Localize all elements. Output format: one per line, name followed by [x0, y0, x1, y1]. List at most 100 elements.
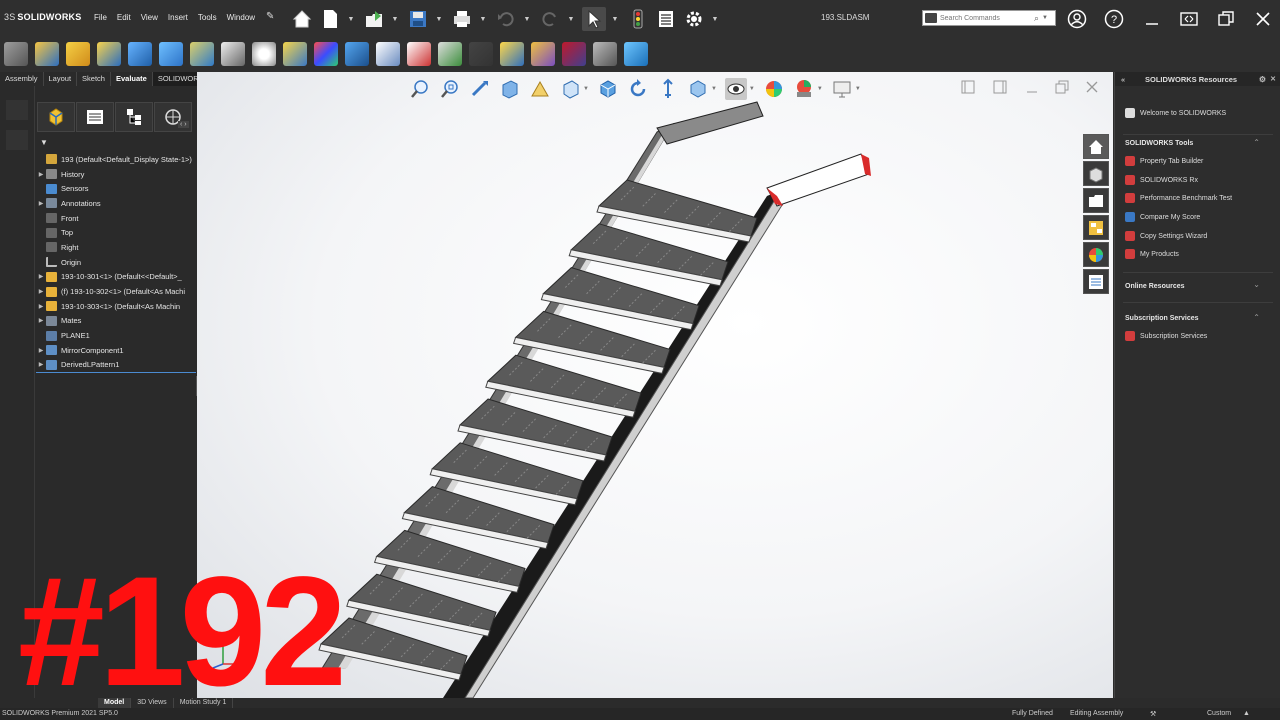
- tree-node-origin[interactable]: Origin: [36, 255, 196, 270]
- view-eye-dropdown-icon[interactable]: ▼: [749, 86, 755, 92]
- restore-panels-icon[interactable]: [1178, 8, 1200, 30]
- undo-dropdown-icon[interactable]: ▼: [522, 7, 532, 31]
- reference-geometry-icon[interactable]: [221, 42, 245, 66]
- new-dropdown-icon[interactable]: ▼: [346, 7, 356, 31]
- feature-tree-tab-icon[interactable]: [37, 102, 75, 132]
- expand-arrow-icon[interactable]: ▶: [36, 273, 46, 280]
- section-view-hu-icon[interactable]: [499, 78, 521, 100]
- bill-of-materials-icon[interactable]: [283, 42, 307, 66]
- print-dropdown-icon[interactable]: ▼: [478, 7, 488, 31]
- tree-node-component-302[interactable]: ▶ (f) 193-10-302<1> (Default<As Machi: [36, 284, 196, 299]
- viewport-minimize-icon[interactable]: [1025, 80, 1039, 97]
- close-icon[interactable]: [1252, 8, 1274, 30]
- expand-arrow-icon[interactable]: ▶: [36, 303, 46, 310]
- home-icon[interactable]: [290, 7, 314, 31]
- tools-section-header[interactable]: SOLIDWORKS Tools: [1125, 140, 1193, 147]
- task-pane-gear-icon[interactable]: ⚙: [1259, 75, 1266, 84]
- rotate-view-icon[interactable]: [627, 78, 649, 100]
- menu-edit[interactable]: Edit: [117, 13, 131, 22]
- unit-system-selector[interactable]: Custom: [1207, 710, 1231, 717]
- apply-scene-dropdown-icon[interactable]: ▼: [817, 86, 823, 92]
- search-input[interactable]: [940, 14, 1034, 22]
- subscription-section-header[interactable]: Subscription Services: [1125, 315, 1199, 322]
- tree-node-mirror-component[interactable]: ▶ MirrorComponent1: [36, 343, 196, 358]
- view-eye-icon[interactable]: [724, 78, 747, 100]
- app-logo[interactable]: 3S SOLIDWORKS: [4, 12, 81, 22]
- tab-assembly[interactable]: Assembly: [0, 72, 44, 86]
- select-dropdown-icon[interactable]: ▼: [610, 7, 620, 31]
- rollback-bar[interactable]: [36, 372, 196, 373]
- options-gear-icon[interactable]: [682, 7, 706, 31]
- zoom-to-area-icon[interactable]: [439, 78, 461, 100]
- view-orientation-icon[interactable]: [559, 78, 581, 100]
- tab-evaluate[interactable]: Evaluate: [111, 72, 153, 86]
- menu-window[interactable]: Window: [227, 13, 255, 22]
- expand-arrow-icon[interactable]: ▶: [36, 288, 46, 295]
- property-manager-tab-icon[interactable]: [76, 102, 114, 132]
- show-hidden-components-icon[interactable]: [159, 42, 183, 66]
- tree-node-component-301[interactable]: ▶ 193-10-301<1> (Default<<Default>_: [36, 270, 196, 285]
- design-library-tab-icon[interactable]: [1083, 161, 1109, 186]
- expand-chevron-icon[interactable]: ⌄: [1253, 280, 1260, 289]
- view-settings-dropdown-icon[interactable]: ▼: [855, 86, 861, 92]
- open-document-icon[interactable]: [362, 7, 386, 31]
- minimize-icon[interactable]: [1141, 8, 1163, 30]
- mate-icon[interactable]: [35, 42, 59, 66]
- tree-node-annotations[interactable]: ▶ Annotations: [36, 196, 196, 211]
- take-snapshot-icon[interactable]: [407, 42, 431, 66]
- new-document-icon[interactable]: [318, 7, 342, 31]
- pin-icon[interactable]: ✎: [266, 11, 274, 22]
- panel-scroll-arrows-icon[interactable]: ‹ ›: [178, 121, 189, 128]
- viewport-close-icon[interactable]: [1085, 80, 1099, 97]
- side-tool-icon[interactable]: [6, 130, 28, 150]
- save-icon[interactable]: [406, 7, 430, 31]
- expand-arrow-icon[interactable]: ▶: [36, 361, 46, 368]
- file-explorer-tab-icon[interactable]: [1083, 188, 1109, 213]
- exploded-view-icon[interactable]: [314, 42, 338, 66]
- tab-layout[interactable]: Layout: [44, 72, 78, 86]
- file-properties-icon[interactable]: [654, 7, 678, 31]
- tree-node-mates[interactable]: ▶ Mates: [36, 314, 196, 329]
- tree-node-derived-pattern[interactable]: ▶ DerivedLPattern1: [36, 358, 196, 373]
- maximize-icon[interactable]: [1215, 8, 1237, 30]
- smart-fasteners-icon[interactable]: [97, 42, 121, 66]
- section-view-icon[interactable]: [531, 42, 555, 66]
- edit-appearance-icon[interactable]: [763, 78, 785, 100]
- tool-link-benchmark[interactable]: Performance Benchmark Test: [1125, 193, 1232, 203]
- select-cursor-icon[interactable]: [582, 7, 606, 31]
- user-account-icon[interactable]: [1066, 8, 1088, 30]
- update-speedpak-icon[interactable]: [376, 42, 400, 66]
- save-dropdown-icon[interactable]: ▼: [434, 7, 444, 31]
- insert-components-icon[interactable]: [4, 42, 28, 66]
- move-component-icon[interactable]: [128, 42, 152, 66]
- tool-link-copy-settings[interactable]: Copy Settings Wizard: [1125, 231, 1207, 241]
- search-icon[interactable]: ⌕: [1034, 13, 1039, 24]
- solidworks-resources-tab-icon[interactable]: [1083, 134, 1109, 159]
- viewport-tile-right-icon[interactable]: [993, 80, 1007, 97]
- zoom-to-fit-icon[interactable]: [409, 78, 431, 100]
- linear-pattern-icon[interactable]: [66, 42, 90, 66]
- tree-node-top-plane[interactable]: Top: [36, 225, 196, 240]
- viewport-tile-left-icon[interactable]: [961, 80, 975, 97]
- tree-node-root[interactable]: 193 (Default<Default_Display State-1>): [36, 152, 196, 167]
- assembly-features-icon[interactable]: [190, 42, 214, 66]
- tool-link-property-tab-builder[interactable]: Property Tab Builder: [1125, 156, 1203, 166]
- print-icon[interactable]: [450, 7, 474, 31]
- view-orientation-dropdown-icon[interactable]: ▼: [583, 86, 589, 92]
- tool-link-compare-score[interactable]: Compare My Score: [1125, 212, 1200, 222]
- task-pane-collapse-icon[interactable]: «: [1121, 75, 1125, 84]
- search-scope-icon[interactable]: [925, 13, 937, 23]
- task-pane-close-icon[interactable]: ✕: [1270, 75, 1276, 83]
- viewport-restore-icon[interactable]: [1055, 80, 1069, 97]
- dynamic-annotation-icon[interactable]: [529, 78, 551, 100]
- redo-icon[interactable]: [538, 7, 562, 31]
- view-settings-monitor-icon[interactable]: [831, 78, 853, 100]
- menu-file[interactable]: File: [94, 13, 107, 22]
- open-dropdown-icon[interactable]: ▼: [390, 7, 400, 31]
- menu-tools[interactable]: Tools: [198, 13, 217, 22]
- expand-arrow-icon[interactable]: ▶: [36, 347, 46, 354]
- tree-node-right-plane[interactable]: Right: [36, 240, 196, 255]
- new-motion-study-icon[interactable]: [252, 42, 276, 66]
- tree-node-front-plane[interactable]: Front: [36, 211, 196, 226]
- display-style-icon[interactable]: [597, 78, 619, 100]
